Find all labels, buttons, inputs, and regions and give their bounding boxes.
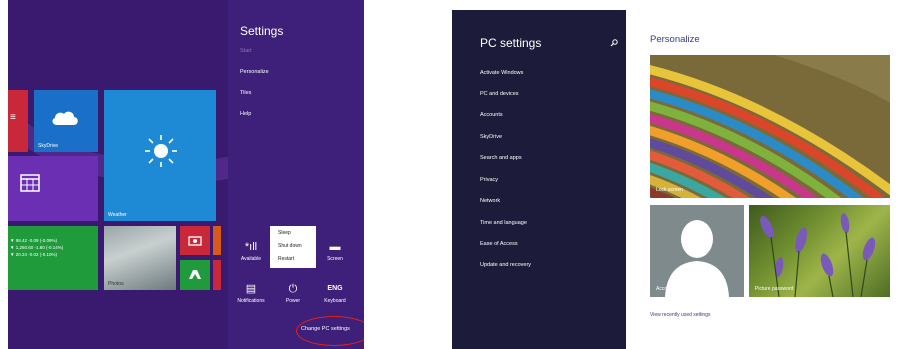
- account-picture-label: Account picture: [656, 286, 691, 292]
- calendar-icon: [20, 174, 40, 192]
- finance-line-2: ▼ 1,260.60 -1.80 (-0.14%): [10, 245, 64, 250]
- charm-item-help[interactable]: Help: [240, 111, 251, 117]
- wifi-signal-icon: *ıll: [244, 241, 258, 253]
- tile-weather[interactable]: Weather: [104, 90, 216, 221]
- sidebar-item-search-and-apps[interactable]: Search and apps: [480, 155, 522, 161]
- lock-screen-image[interactable]: Lock screen: [650, 55, 890, 198]
- keyboard-quick-setting[interactable]: ENG Keyboard: [320, 283, 350, 304]
- notifications-label: Notifications: [237, 298, 265, 304]
- sun-icon: [145, 135, 177, 167]
- tile-calendar[interactable]: [8, 156, 98, 221]
- power-label: Power: [285, 298, 301, 304]
- tile-partial-orange[interactable]: [213, 226, 221, 255]
- network-quick-setting[interactable]: *ıll Available: [236, 241, 266, 262]
- pc-settings-title: PC settings: [480, 36, 542, 50]
- tile-camera[interactable]: [180, 226, 210, 255]
- tile-weather-label: Weather: [108, 212, 127, 218]
- personalize-title: Personalize: [650, 34, 700, 45]
- network-label: Available: [240, 256, 262, 262]
- camera-icon: [188, 236, 202, 246]
- notifications-icon: ▤: [245, 283, 257, 295]
- power-quick-setting[interactable]: ⏻ Power: [278, 283, 308, 304]
- tile-skydrive[interactable]: SkyDrive: [34, 90, 98, 152]
- user-silhouette-icon: [665, 220, 729, 297]
- keyboard-label: Keyboard: [324, 298, 346, 304]
- power-icon: ⏻: [288, 283, 298, 295]
- picture-password-image[interactable]: Picture password: [749, 205, 890, 297]
- power-menu: Sleep Shut down Restart: [270, 226, 316, 268]
- pc-settings-sidebar: PC settings Activate Windows PC and devi…: [452, 10, 626, 349]
- screen-icon: ▬: [329, 241, 341, 253]
- tile-partial-red-2[interactable]: [213, 260, 221, 290]
- finance-line-1: ▼ 98.42 -0.09 (-0.09%): [10, 238, 57, 243]
- charm-item-start[interactable]: Start: [240, 48, 252, 54]
- power-menu-sleep[interactable]: Sleep: [278, 230, 291, 236]
- tile-photos[interactable]: Photos: [104, 226, 176, 290]
- sidebar-item-update-and-recovery[interactable]: Update and recovery: [480, 262, 531, 268]
- tile-finance[interactable]: ▼ 98.42 -0.09 (-0.09%) ▼ 1,260.60 -1.80 …: [8, 226, 98, 290]
- settings-charm-panel: Settings Start Personalize Tiles Help *ı…: [228, 0, 364, 349]
- charm-item-tiles[interactable]: Tiles: [240, 90, 251, 96]
- sidebar-item-accounts[interactable]: Accounts: [480, 112, 503, 118]
- sidebar-item-ease-of-access[interactable]: Ease of Access: [480, 241, 518, 247]
- lavender-flowers-picture: [760, 213, 876, 297]
- sidebar-item-skydrive[interactable]: SkyDrive: [480, 134, 502, 140]
- charm-title: Settings: [240, 24, 284, 38]
- notifications-quick-setting[interactable]: ▤ Notifications: [232, 283, 270, 304]
- cloud-icon: [52, 111, 78, 125]
- view-recently-used-settings-link[interactable]: View recently used settings: [650, 312, 711, 318]
- lock-screen-wallpaper: [650, 55, 890, 198]
- keyboard-language-icon: ENG: [327, 285, 343, 292]
- finance-line-3: ▼ 20.24 -0.02 (-0.10%): [10, 252, 57, 257]
- xbox-controller-icon: [189, 270, 201, 279]
- charm-item-personalize[interactable]: Personalize: [240, 69, 269, 75]
- lock-screen-label: Lock screen: [656, 187, 683, 193]
- sidebar-item-activate-windows[interactable]: Activate Windows: [480, 70, 523, 76]
- power-menu-restart[interactable]: Restart: [278, 256, 294, 262]
- account-picture-image[interactable]: Account picture: [650, 205, 744, 297]
- tile-partial-red[interactable]: ≡: [8, 90, 28, 152]
- tile-skydrive-label: SkyDrive: [38, 143, 59, 149]
- search-icon[interactable]: [610, 39, 618, 47]
- sidebar-item-network[interactable]: Network: [480, 198, 500, 204]
- pc-settings-window: PC settings Activate Windows PC and devi…: [452, 0, 899, 349]
- screen-quick-setting[interactable]: ▬ Screen: [320, 241, 350, 262]
- picture-password-label: Picture password: [755, 286, 794, 292]
- screen-label: Screen: [327, 256, 343, 262]
- tile-games[interactable]: [180, 260, 210, 290]
- sidebar-item-time-and-language[interactable]: Time and language: [480, 220, 527, 226]
- start-screen-with-settings-charm: ≡ SkyDrive Weather ▼ 98.42 -0.09 (-0.09%…: [8, 0, 364, 349]
- sidebar-item-privacy[interactable]: Privacy: [480, 177, 498, 183]
- power-menu-shut-down[interactable]: Shut down: [278, 243, 302, 249]
- menu-icon: ≡: [10, 112, 16, 123]
- tile-photos-label: Photos: [108, 281, 124, 287]
- red-highlight-circle: [296, 316, 364, 346]
- sidebar-item-pc-and-devices[interactable]: PC and devices: [480, 91, 519, 97]
